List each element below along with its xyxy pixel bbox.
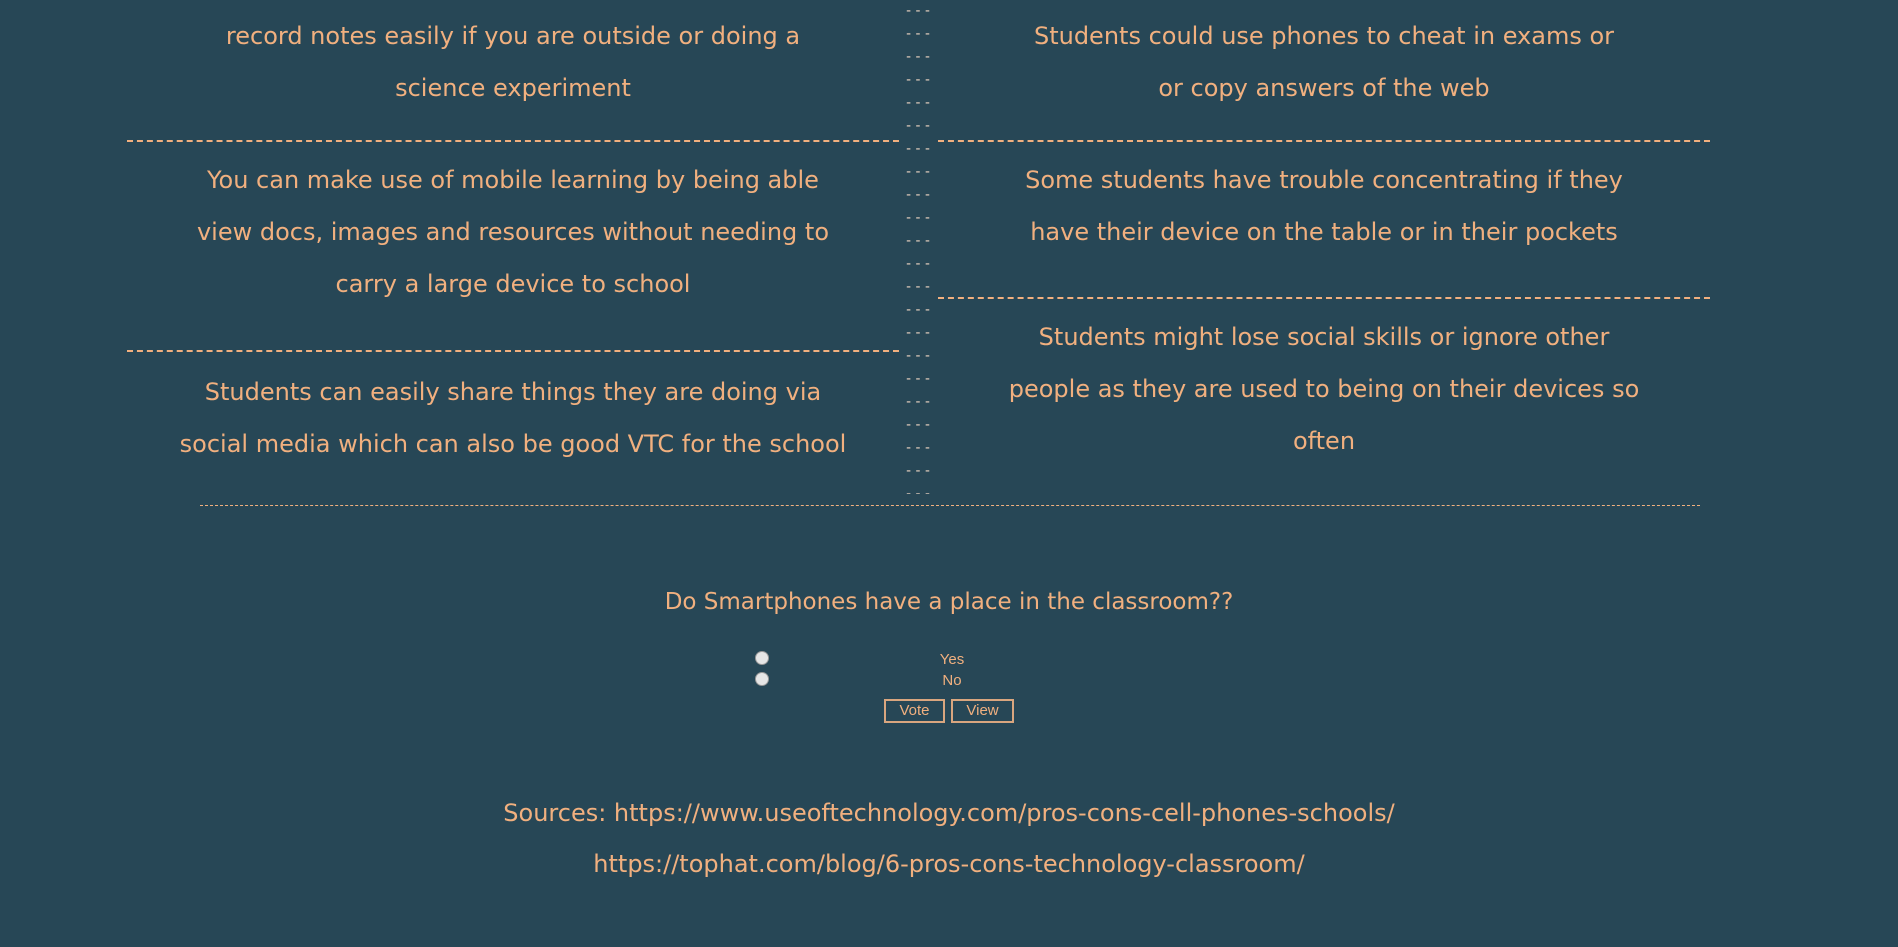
- cons-item: Students could use phones to cheat in ex…: [938, 0, 1710, 140]
- column-divider-segment: ---: [904, 187, 933, 203]
- pros-item-line: You can make use of mobile learning by b…: [207, 166, 819, 194]
- pros-item-line: record notes easily if you are outside o…: [225, 22, 801, 50]
- pros-item-line: science experiment: [395, 74, 631, 102]
- column-divider-segment: ---: [904, 440, 933, 456]
- poll-question: Do Smartphones have a place in the class…: [664, 589, 1234, 615]
- column-divider-segment: ---: [904, 141, 933, 157]
- option-label-no: No: [942, 672, 962, 689]
- column-divider-segment: ---: [904, 256, 933, 272]
- column-divider-segment: ---: [904, 233, 933, 249]
- option-label-yes: Yes: [939, 651, 965, 668]
- column-divider-segment: ---: [904, 210, 933, 226]
- cons-item-line: Some students have trouble concentrating…: [1025, 166, 1623, 194]
- pros-item-line: social media which can also be good VTC …: [179, 430, 847, 458]
- pros-item: record notes easily if you are outside o…: [127, 0, 899, 140]
- column-divider-segment: ---: [904, 95, 933, 111]
- pros-item-line: carry a large device to school: [335, 270, 691, 298]
- column-divider-segment: ---: [904, 394, 933, 410]
- cons-item: Students might lose social skills or ign…: [938, 299, 1710, 489]
- cons-item: Some students have trouble concentrating…: [938, 142, 1710, 297]
- column-divider-segment: ---: [904, 417, 933, 433]
- cons-item-line: Students might lose social skills or ign…: [1038, 323, 1610, 351]
- cons-item-line: have their device on the table or in the…: [1030, 218, 1618, 246]
- pros-item-line: view docs, images and resources without …: [196, 218, 830, 246]
- cons-item-line: Students could use phones to cheat in ex…: [1033, 22, 1615, 50]
- radio-no[interactable]: [755, 672, 769, 686]
- cons-item-line: people as they are used to being on thei…: [1008, 375, 1640, 403]
- cons-item-line: often: [1292, 427, 1356, 455]
- column-divider-segment: ---: [904, 72, 933, 88]
- pros-item: Students can easily share things they ar…: [127, 352, 899, 492]
- column-divider-segment: ---: [904, 486, 933, 494]
- column-divider-segment: ---: [904, 49, 933, 65]
- cons-item-line: or copy answers of the web: [1158, 74, 1490, 102]
- radio-yes[interactable]: [755, 651, 769, 665]
- column-divider-segment: ---: [904, 279, 933, 295]
- table-bottom-divider: [200, 505, 1700, 506]
- pros-column: record notes easily if you are outside o…: [127, 0, 899, 492]
- column-divider-segment: ---: [904, 371, 933, 387]
- column-divider-segment: ---: [904, 164, 933, 180]
- pros-item-line: Students can easily share things they ar…: [204, 378, 822, 406]
- column-divider-segment: ---: [904, 26, 933, 42]
- pros-item: You can make use of mobile learning by b…: [127, 142, 899, 350]
- column-divider-segment: ---: [904, 325, 933, 341]
- column-divider: --- --- --- --- --- --- --- --- --- --- --- --- --- -…: [899, 0, 938, 494]
- column-divider-segment: ---: [904, 348, 933, 364]
- sources-line-1: Sources: https://www.useoftechnology.com…: [503, 799, 1395, 827]
- column-divider-segment: ---: [904, 302, 933, 318]
- column-divider-segment: ---: [904, 3, 933, 19]
- column-divider-segment: ---: [904, 118, 933, 134]
- cons-column: Students could use phones to cheat in ex…: [938, 0, 1710, 489]
- vote-button[interactable]: Vote: [884, 699, 945, 723]
- column-divider-segment: ---: [904, 463, 933, 479]
- view-button[interactable]: View: [951, 699, 1014, 723]
- sources-line-2: https://tophat.com/blog/6-pros-cons-tech…: [593, 850, 1305, 878]
